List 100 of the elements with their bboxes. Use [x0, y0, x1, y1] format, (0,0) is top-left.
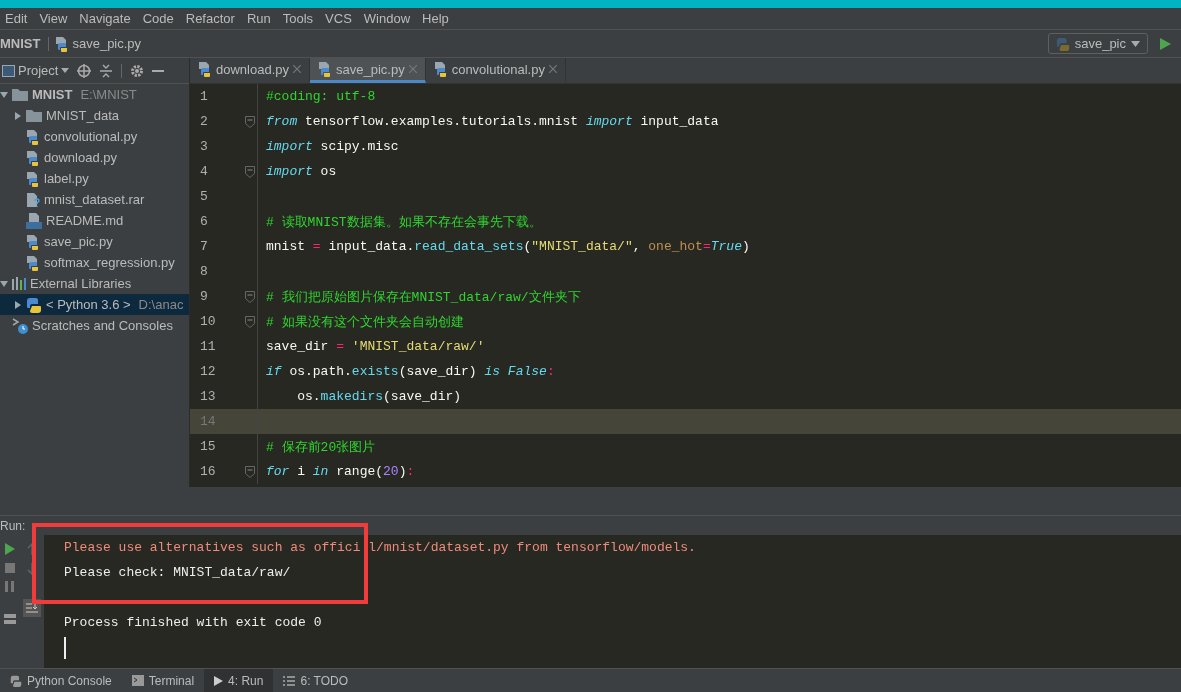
fold-icon[interactable] [245, 315, 255, 328]
line-number: 5 [199, 189, 209, 204]
line-number: 16 [199, 464, 214, 479]
minimize-icon[interactable] [152, 69, 165, 72]
editor-tab[interactable]: save_pic.py [310, 58, 426, 83]
tree-item[interactable]: Scratches and Consoles [32, 318, 173, 333]
python-icon [10, 674, 22, 687]
close-icon[interactable] [293, 65, 301, 73]
folder-icon [12, 88, 28, 101]
console-output-line: Process finished with exit code 0 [64, 615, 322, 630]
tree-item[interactable]: save_pic.py [44, 234, 113, 249]
python-file-icon [198, 61, 212, 77]
menu-item[interactable]: Tools [282, 11, 314, 26]
locate-icon[interactable] [77, 63, 92, 78]
tool-window-tab[interactable]: Python Console [0, 669, 122, 692]
code-line: import os [265, 164, 337, 179]
console-output-line: Please use alternatives such as offici [64, 540, 361, 555]
code-line: mnist = input_data.read_data_sets("MNIST_data/", one_hot=True) [265, 239, 750, 254]
run-panel-label: Run: [0, 518, 26, 533]
breadcrumb-file[interactable]: save_pic.py [72, 36, 142, 51]
line-number: 10 [199, 314, 214, 329]
line-number: 14 [199, 414, 214, 429]
list-icon [283, 675, 296, 686]
fold-icon[interactable] [245, 465, 255, 478]
expanded-arrow-icon[interactable] [0, 90, 8, 99]
collapsed-arrow-icon[interactable] [14, 111, 22, 120]
expanded-arrow-icon[interactable] [0, 279, 8, 288]
line-number: 1 [199, 89, 209, 104]
layout-icon[interactable] [4, 614, 16, 624]
tree-item[interactable]: < Python 3.6 > [46, 297, 131, 312]
window-icon [2, 64, 15, 77]
code-line: #coding: utf-8 [265, 89, 376, 104]
python-icon [1055, 36, 1070, 51]
tool-window-tab[interactable]: 4: Run [204, 669, 274, 692]
library-icon [12, 277, 26, 290]
pause-icon[interactable] [5, 581, 15, 592]
project-view-dropdown[interactable]: Project [2, 63, 70, 78]
dropdown-caret-icon [1131, 40, 1140, 47]
python-icon [26, 296, 42, 313]
text-cursor [64, 636, 66, 659]
menu-item[interactable]: View [39, 11, 68, 26]
run-icon[interactable] [1160, 37, 1171, 50]
line-number: 6 [199, 214, 209, 229]
python-file-icon [318, 61, 332, 77]
breadcrumb-project[interactable]: MNIST [0, 36, 41, 51]
markdown-file-icon [26, 212, 42, 229]
fold-icon[interactable] [245, 165, 255, 178]
fold-icon[interactable] [245, 115, 255, 128]
line-number: 2 [199, 114, 209, 129]
code-line: if os.path.exists(save_dir) is False: [265, 364, 555, 379]
tree-item[interactable]: download.py [44, 150, 117, 165]
code-line: # 保存前20张图片 [265, 438, 376, 456]
line-number: 15 [199, 439, 214, 454]
menu-item[interactable]: VCS [325, 11, 352, 26]
menu-item[interactable]: Run [246, 11, 271, 26]
tree-item[interactable]: mnist_dataset.rar [44, 192, 145, 207]
tree-item[interactable]: External Libraries [30, 276, 132, 291]
code-line: # 我们把原始图片保存在MNIST_data/raw/文件夹下 [265, 288, 581, 306]
menu-item[interactable]: Edit [5, 11, 28, 26]
run-configuration-dropdown[interactable]: save_pic [1047, 33, 1148, 54]
tool-window-tab[interactable]: 6: TODO [273, 669, 359, 692]
code-line: from tensorflow.examples.tutorials.mnist import input_data [265, 114, 719, 129]
code-line: os.makedirs(save_dir) [296, 389, 462, 404]
dropdown-caret-icon [61, 68, 70, 73]
python-file-icon [433, 61, 448, 77]
menu-item[interactable]: Refactor [185, 11, 235, 26]
code-line: # 如果没有这个文件夹会自动创建 [265, 313, 464, 331]
menu-item[interactable]: Window [363, 11, 411, 26]
tree-item[interactable]: convolutional.py [44, 129, 138, 144]
close-icon[interactable] [548, 65, 557, 73]
line-number: 13 [199, 389, 214, 404]
settings-icon[interactable] [130, 63, 145, 78]
rerun-icon[interactable] [5, 543, 15, 555]
line-number: 11 [199, 339, 214, 354]
line-number: 4 [199, 164, 209, 179]
tree-item-path: E:\MNIST [80, 87, 137, 102]
tree-item-path: D:\anac [138, 297, 184, 312]
line-number: 9 [199, 289, 209, 304]
fold-icon[interactable] [245, 290, 255, 303]
tree-item[interactable]: label.py [44, 171, 89, 186]
tree-item[interactable]: MNIST [32, 87, 73, 102]
python-file-icon [55, 35, 70, 52]
python-file-icon [26, 149, 40, 166]
close-icon[interactable] [408, 65, 417, 73]
python-file-icon [26, 254, 40, 271]
code-line: for i in range(20): [265, 464, 415, 479]
menu-item[interactable]: Help [422, 11, 449, 26]
tool-window-tab[interactable]: Terminal [121, 669, 205, 692]
collapse-all-icon[interactable] [99, 63, 114, 78]
code-line: save_dir = 'MNIST_data/raw/' [265, 339, 485, 354]
editor-tab[interactable]: convolutional.py [425, 58, 566, 83]
tree-item[interactable]: softmax_regression.py [44, 255, 175, 270]
collapsed-arrow-icon[interactable] [14, 300, 22, 309]
tree-item[interactable]: MNIST_data [46, 108, 119, 123]
menu-item[interactable]: Code [142, 11, 174, 26]
scratches-icon [12, 317, 28, 334]
menu-item[interactable]: Navigate [79, 11, 131, 26]
python-file-icon [26, 170, 40, 187]
console-output-line: Please check: MNIST_data/raw/ [64, 565, 291, 580]
tree-item[interactable]: README.md [46, 213, 124, 228]
